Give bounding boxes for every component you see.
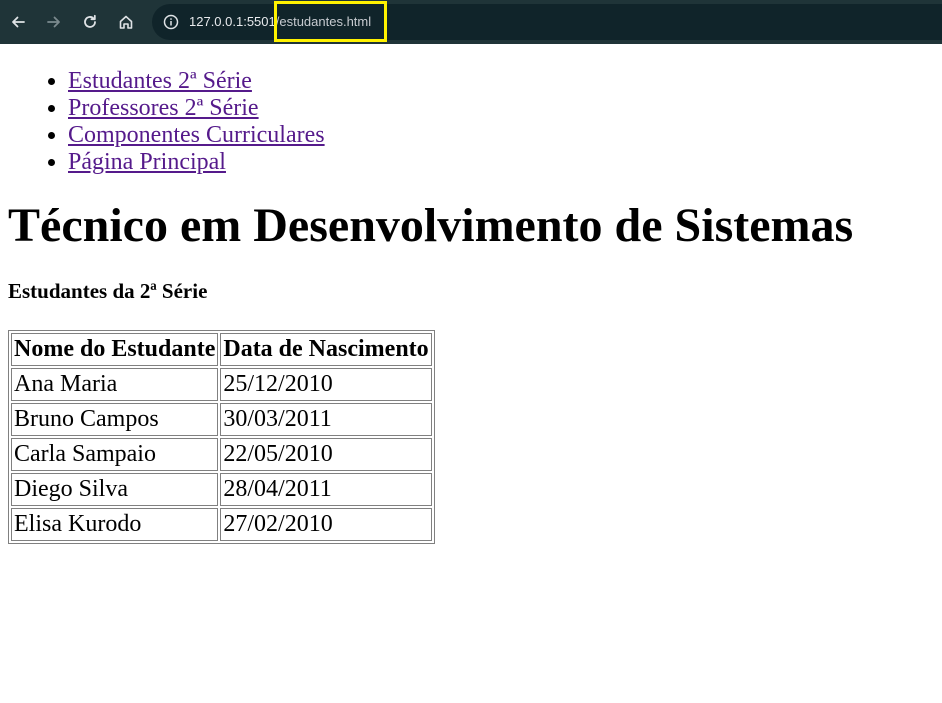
forward-button[interactable] xyxy=(42,10,66,34)
student-name: Carla Sampaio xyxy=(11,438,219,471)
students-table: Nome do Estudante Data de Nascimento Ana… xyxy=(8,330,435,544)
forward-arrow-icon xyxy=(47,16,60,28)
nav-link-componentes[interactable]: Componentes Curriculares xyxy=(68,122,325,148)
url-host: 127.0.0.1:5501 xyxy=(189,14,276,29)
table-row: Bruno Campos 30/03/2011 xyxy=(11,403,432,436)
table-row: Elisa Kurodo 27/02/2010 xyxy=(11,508,432,541)
column-header-nome: Nome do Estudante xyxy=(11,333,219,366)
birth-date: 28/04/2011 xyxy=(220,473,432,506)
table-row: Ana Maria 25/12/2010 xyxy=(11,368,432,401)
birth-date: 27/02/2010 xyxy=(220,508,432,541)
nav-link-pagina-principal[interactable]: Página Principal xyxy=(68,149,226,175)
address-bar[interactable]: 127.0.0.1:5501/estudantes.html xyxy=(152,4,942,40)
info-icon[interactable] xyxy=(162,13,180,31)
browser-toolbar: 127.0.0.1:5501/estudantes.html xyxy=(0,0,942,44)
reload-button[interactable] xyxy=(78,10,102,34)
reload-icon xyxy=(84,14,96,28)
back-button[interactable] xyxy=(6,10,30,34)
student-name: Bruno Campos xyxy=(11,403,219,436)
table-row: Diego Silva 28/04/2011 xyxy=(11,473,432,506)
student-name: Elisa Kurodo xyxy=(11,508,219,541)
home-button[interactable] xyxy=(114,10,138,34)
column-header-data: Data de Nascimento xyxy=(220,333,432,366)
nav-link-estudantes[interactable]: Estudantes 2ª Série xyxy=(68,68,252,94)
section-title: Estudantes da 2ª Série xyxy=(8,279,208,303)
table-row: Carla Sampaio 22/05/2010 xyxy=(11,438,432,471)
student-name: Diego Silva xyxy=(11,473,219,506)
birth-date: 30/03/2011 xyxy=(220,403,432,436)
birth-date: 22/05/2010 xyxy=(220,438,432,471)
nav-item: Página Principal xyxy=(68,149,942,176)
back-arrow-icon xyxy=(12,16,25,28)
student-name: Ana Maria xyxy=(11,368,219,401)
url-highlight-box xyxy=(274,1,387,42)
nav-item: Componentes Curriculares xyxy=(68,122,942,149)
nav-menu: Estudantes 2ª Série Professores 2ª Série… xyxy=(0,68,942,176)
table-header-row: Nome do Estudante Data de Nascimento xyxy=(11,333,432,366)
nav-link-professores[interactable]: Professores 2ª Série xyxy=(68,95,259,121)
birth-date: 25/12/2010 xyxy=(220,368,432,401)
page-title: Técnico em Desenvolvimento de Sistemas xyxy=(8,199,854,252)
nav-item: Professores 2ª Série xyxy=(68,95,942,122)
page-content: Estudantes 2ª Série Professores 2ª Série… xyxy=(0,44,942,544)
nav-item: Estudantes 2ª Série xyxy=(68,68,942,95)
home-icon xyxy=(119,15,133,29)
